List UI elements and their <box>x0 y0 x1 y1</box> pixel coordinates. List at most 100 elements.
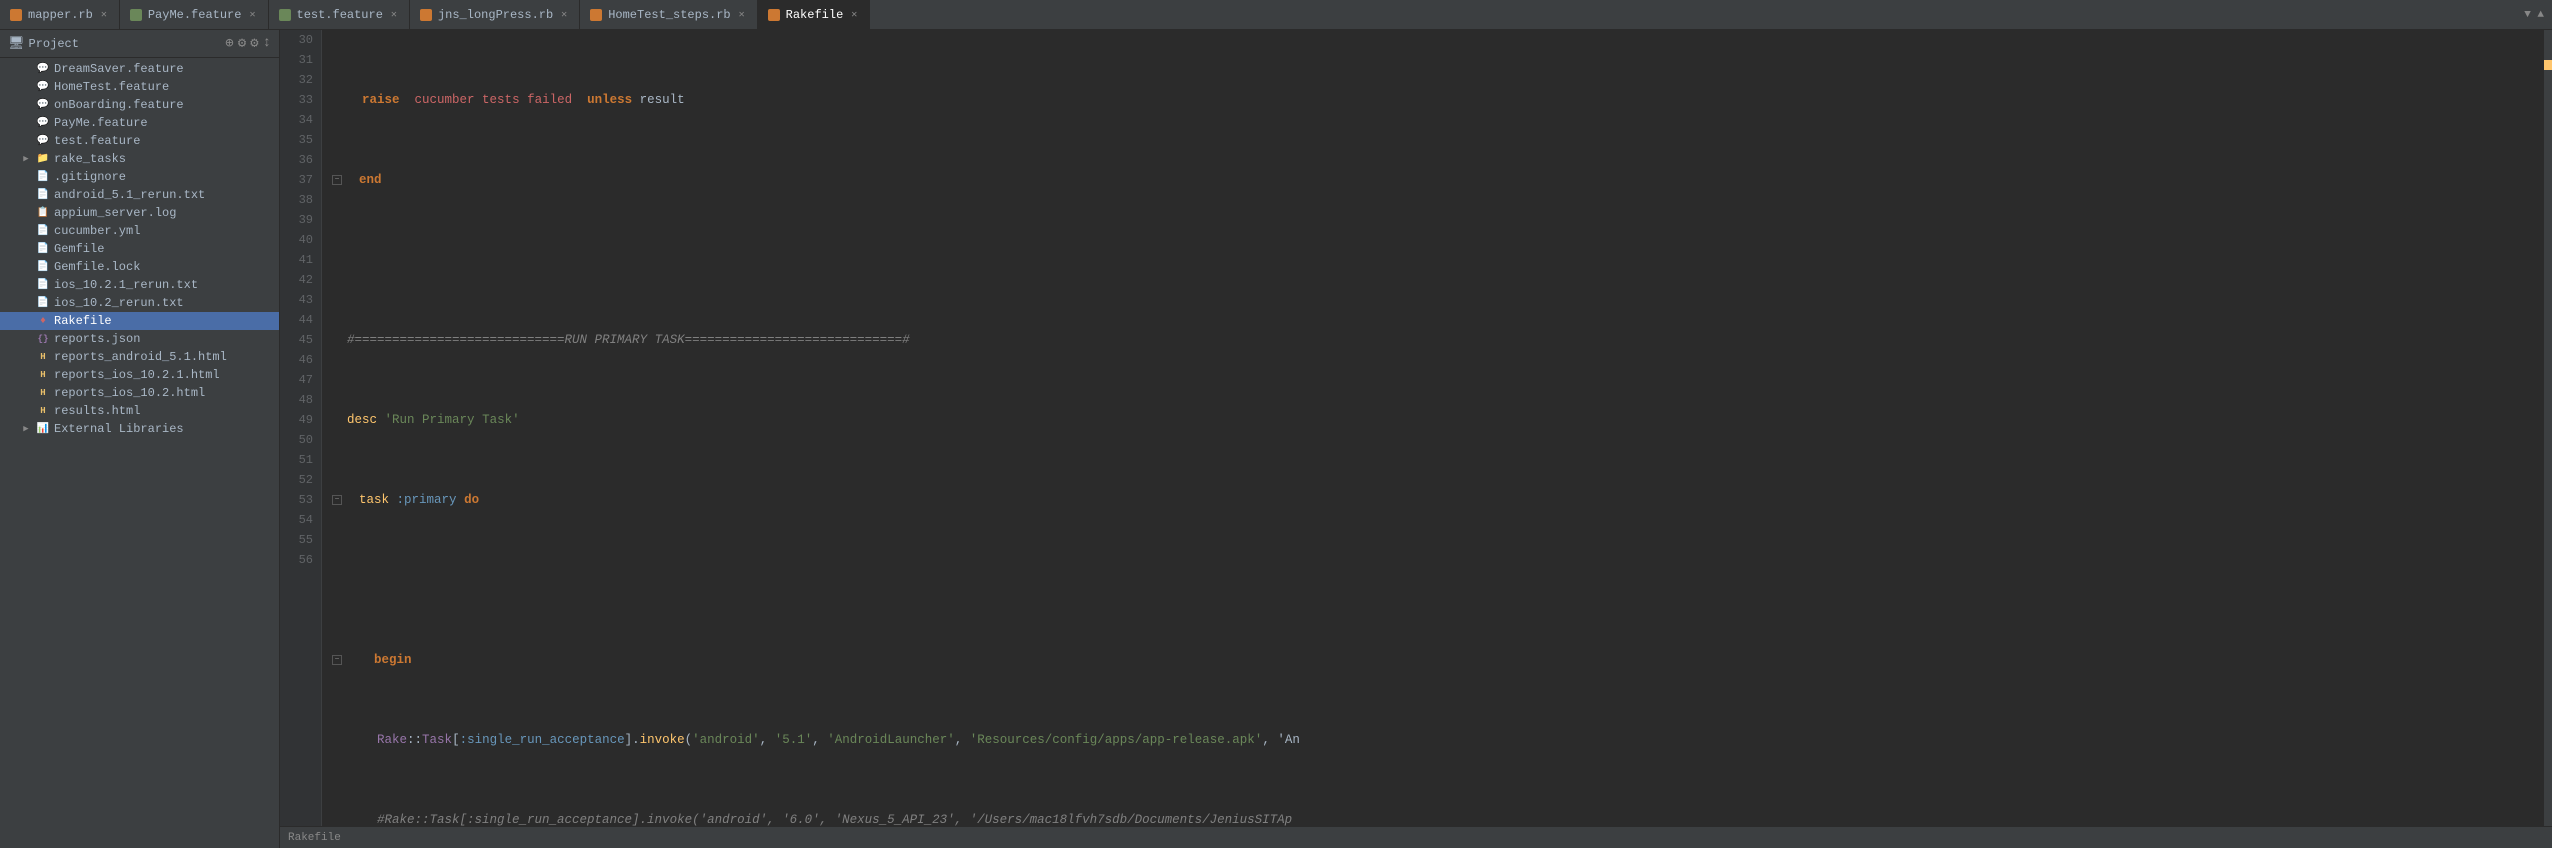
code-line-37: − begin <box>332 650 2544 670</box>
sidebar-label: rake_tasks <box>54 152 126 166</box>
library-icon: 📊 <box>36 422 50 436</box>
code-line-31: − end <box>332 170 2544 190</box>
sidebar-label: PayMe.feature <box>54 116 148 130</box>
sidebar-item-dreamsaver[interactable]: 💬 DreamSaver.feature <box>0 60 279 78</box>
file-icon: 📄 <box>36 188 50 202</box>
code-line-30: raise cucumber tests failed unless resul… <box>332 90 2544 110</box>
tab-icon-hometest <box>590 9 602 21</box>
yml-icon: 📄 <box>36 224 50 238</box>
sidebar-item-onboarding[interactable]: 💬 onBoarding.feature <box>0 96 279 114</box>
gear-icon[interactable]: ⚙ <box>250 35 258 52</box>
line-num-44: 44 <box>280 310 313 330</box>
file-icon: 📄 <box>36 170 50 184</box>
html-icon: H <box>36 368 50 382</box>
feature-icon: 💬 <box>36 62 50 76</box>
folder-icon: 📁 <box>36 152 50 166</box>
sidebar-item-external-libs[interactable]: ▶ 📊 External Libraries <box>0 420 279 438</box>
rakefile-icon: ♦ <box>36 314 50 328</box>
html-icon: H <box>36 404 50 418</box>
line-num-49: 49 <box>280 410 313 430</box>
file-icon: 📄 <box>36 260 50 274</box>
sidebar-item-android-rerun[interactable]: 📄 android_5.1_rerun.txt <box>0 186 279 204</box>
sidebar-label: appium_server.log <box>54 206 176 220</box>
line-num-47: 47 <box>280 370 313 390</box>
sidebar-item-reports-json[interactable]: {} reports.json <box>0 330 279 348</box>
line-num-36: 36 <box>280 150 313 170</box>
line-num-38: 38 <box>280 190 313 210</box>
tab-close-rakefile[interactable]: ✕ <box>849 8 859 22</box>
sidebar-item-reports-android[interactable]: H reports_android_5.1.html <box>0 348 279 366</box>
sidebar-content: 💬 DreamSaver.feature 💬 HomeTest.feature … <box>0 58 279 848</box>
json-icon: {} <box>36 332 50 346</box>
line-num-40: 40 <box>280 230 313 250</box>
folder-arrow: ▶ <box>20 423 32 435</box>
tab-close-hometest[interactable]: ✕ <box>737 8 747 22</box>
sidebar-item-rakefile[interactable]: ♦ Rakefile <box>0 312 279 330</box>
sidebar: 🖥 Project ⊕ ⚙ ⚙ ↕ 💬 DreamSaver.feature 💬… <box>0 30 280 848</box>
sidebar-label: android_5.1_rerun.txt <box>54 188 205 202</box>
sidebar-title: Project <box>29 37 222 51</box>
tab-jns[interactable]: jns_longPress.rb ✕ <box>410 0 580 29</box>
sidebar-item-payme-feature[interactable]: 💬 PayMe.feature <box>0 114 279 132</box>
tab-payme[interactable]: PayMe.feature ✕ <box>120 0 269 29</box>
sidebar-label: ios_10.2.1_rerun.txt <box>54 278 198 292</box>
sidebar-label: reports_ios_10.2.html <box>54 386 205 400</box>
fold-37[interactable]: − <box>332 655 342 665</box>
sidebar-item-cucumber-yml[interactable]: 📄 cucumber.yml <box>0 222 279 240</box>
line-num-31: 31 <box>280 50 313 70</box>
tab-label-jns: jns_longPress.rb <box>438 8 553 22</box>
tab-icon-test <box>279 9 291 21</box>
sidebar-item-gitignore[interactable]: 📄 .gitignore <box>0 168 279 186</box>
sidebar-item-gemfile[interactable]: 📄 Gemfile <box>0 240 279 258</box>
tab-hometest[interactable]: HomeTest_steps.rb ✕ <box>580 0 757 29</box>
line-num-32: 32 <box>280 70 313 90</box>
settings-icon[interactable]: ⚙ <box>238 35 246 52</box>
folder-arrow: ▶ <box>20 153 32 165</box>
sidebar-item-reports-ios-2[interactable]: H reports_ios_10.2.html <box>0 384 279 402</box>
tab-rakefile[interactable]: Rakefile ✕ <box>758 0 871 29</box>
code-line-32 <box>332 250 2544 270</box>
add-icon[interactable]: ⊕ <box>225 35 233 52</box>
sidebar-label: reports_ios_10.2.1.html <box>54 368 220 382</box>
fold-35[interactable]: − <box>332 495 342 505</box>
sidebar-item-appium-log[interactable]: 📋 appium_server.log <box>0 204 279 222</box>
line-num-45: 45 <box>280 330 313 350</box>
line-num-48: 48 <box>280 390 313 410</box>
sidebar-label: External Libraries <box>54 422 184 436</box>
project-icon: 🖥 <box>8 36 25 51</box>
status-text: Rakefile <box>288 832 341 844</box>
tab-test[interactable]: test.feature ✕ <box>269 0 410 29</box>
sidebar-item-hometest-feature[interactable]: 💬 HomeTest.feature <box>0 78 279 96</box>
code-container[interactable]: 30 31 32 33 34 35 36 37 38 39 40 41 42 4… <box>280 30 2552 826</box>
scrollbar-right[interactable] <box>2544 30 2552 826</box>
sidebar-label: test.feature <box>54 134 140 148</box>
scroll-icon[interactable]: ↕ <box>263 35 271 52</box>
sidebar-label: DreamSaver.feature <box>54 62 184 76</box>
sidebar-item-gemfile-lock[interactable]: 📄 Gemfile.lock <box>0 258 279 276</box>
tab-icon-rakefile <box>768 9 780 21</box>
sidebar-item-reports-ios-1[interactable]: H reports_ios_10.2.1.html <box>0 366 279 384</box>
sidebar-item-ios-rerun-1[interactable]: 📄 ios_10.2.1_rerun.txt <box>0 276 279 294</box>
feature-icon: 💬 <box>36 98 50 112</box>
tab-close-test[interactable]: ✕ <box>389 8 399 22</box>
sidebar-header-icons: ⊕ ⚙ ⚙ ↕ <box>225 35 271 52</box>
sidebar-item-results[interactable]: H results.html <box>0 402 279 420</box>
tab-close-payme[interactable]: ✕ <box>247 8 257 22</box>
html-icon: H <box>36 350 50 364</box>
sidebar-item-test-feature[interactable]: 💬 test.feature <box>0 132 279 150</box>
fold-31[interactable]: − <box>332 175 342 185</box>
tab-close-jns[interactable]: ✕ <box>559 8 569 22</box>
tab-mapper[interactable]: mapper.rb ✕ <box>0 0 120 29</box>
tab-overflow[interactable]: ▼ ▲ <box>2516 0 2552 29</box>
line-num-50: 50 <box>280 430 313 450</box>
tab-close-mapper[interactable]: ✕ <box>99 8 109 22</box>
sidebar-item-rake-tasks[interactable]: ▶ 📁 rake_tasks <box>0 150 279 168</box>
tab-label-payme: PayMe.feature <box>148 8 242 22</box>
code-editor[interactable]: raise cucumber tests failed unless resul… <box>322 30 2544 826</box>
sidebar-label: reports.json <box>54 332 140 346</box>
sidebar-item-ios-rerun-2[interactable]: 📄 ios_10.2_rerun.txt <box>0 294 279 312</box>
main-area: 🖥 Project ⊕ ⚙ ⚙ ↕ 💬 DreamSaver.feature 💬… <box>0 30 2552 848</box>
line-num-56: 56 <box>280 550 313 570</box>
code-line-34: desc 'Run Primary Task' <box>332 410 2544 430</box>
sidebar-label: ios_10.2_rerun.txt <box>54 296 184 310</box>
